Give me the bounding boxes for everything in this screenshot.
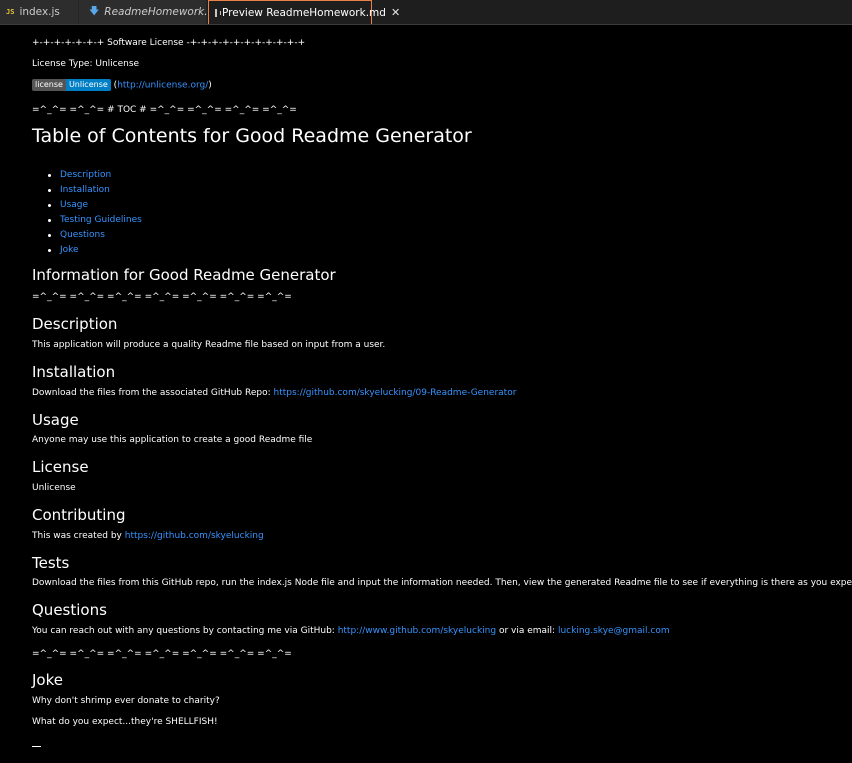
license-heading: License xyxy=(32,458,89,476)
close-icon[interactable]: ✕ xyxy=(391,6,400,19)
info-heading: Information for Good Readme Generator xyxy=(32,266,336,284)
license-badge[interactable]: license Unlicense xyxy=(32,79,111,91)
list-item: Description xyxy=(48,168,142,183)
usage-heading: Usage xyxy=(32,411,79,429)
questions-label-2: or via email: xyxy=(498,626,556,636)
preview-icon xyxy=(215,8,221,17)
tests-heading: Tests xyxy=(32,554,70,572)
tab-label: Preview ReadmeHomework.md xyxy=(222,6,386,19)
unlicense-link[interactable]: http://unlicense.org/ xyxy=(117,81,208,91)
contributing-label: This was created by xyxy=(32,531,122,541)
toc-list: Description Installation Usage Testing G… xyxy=(48,168,142,258)
toc-marker: =^_^= =^_^= # TOC # =^_^= =^_^= =^_^= =^… xyxy=(32,105,297,115)
list-item: Questions xyxy=(48,228,142,243)
usage-text: Anyone may use this application to creat… xyxy=(32,435,313,445)
editor-tab-bar: JS index.js 🡇 ReadmeHomework.md Preview … xyxy=(0,0,852,25)
installation-label: Download the files from the associated G… xyxy=(32,388,271,398)
toc-link-description[interactable]: Description xyxy=(60,170,111,180)
list-item: Usage xyxy=(48,198,142,213)
toc-link-joke[interactable]: Joke xyxy=(60,245,79,255)
tab-label: index.js xyxy=(19,6,60,18)
tab-index-js[interactable]: JS index.js xyxy=(0,0,79,24)
toc-link-installation[interactable]: Installation xyxy=(60,185,110,195)
badge-right: Unlicense xyxy=(65,79,111,91)
list-item: Installation xyxy=(48,183,142,198)
description-heading: Description xyxy=(32,315,118,333)
joke-question: Why don't shrimp ever donate to charity? xyxy=(32,696,220,706)
tab-readme-md[interactable]: 🡇 ReadmeHomework.md xyxy=(79,0,224,24)
repo-link[interactable]: https://github.com/skyelucking/09-Readme… xyxy=(274,388,517,398)
toc-link-questions[interactable]: Questions xyxy=(60,230,105,240)
list-item: Joke xyxy=(48,243,142,258)
license-type: License Type: Unlicense xyxy=(32,59,140,69)
description-text: This application will produce a quality … xyxy=(32,340,386,350)
badge-left: license xyxy=(32,79,66,91)
list-item: Testing Guidelines xyxy=(48,213,142,228)
questions-text: You can reach out with any questions by … xyxy=(32,626,670,636)
toc-title: Table of Contents for Good Readme Genera… xyxy=(32,125,472,147)
email-link[interactable]: lucking.skye@gmail.com xyxy=(558,626,670,636)
installation-heading: Installation xyxy=(32,363,116,381)
text-cursor xyxy=(32,746,41,747)
toc-link-usage[interactable]: Usage xyxy=(60,200,88,210)
tab-preview-readme[interactable]: Preview ReadmeHomework.md ✕ xyxy=(208,0,400,24)
joke-answer: What do you expect...they're SHELLFISH! xyxy=(32,717,218,727)
license-badge-row: license Unlicense (http://unlicense.org/) xyxy=(32,79,212,91)
license-banner: +-+-+-+-+-+-+ Software License -+-+-+-+-… xyxy=(32,38,306,48)
cat-divider-2: =^_^= =^_^= =^_^= =^_^= =^_^= =^_^= =^_^… xyxy=(32,649,292,659)
javascript-file-icon: JS xyxy=(6,8,15,16)
github-profile-link[interactable]: https://github.com/skyelucking xyxy=(125,531,264,541)
license-text: Unlicense xyxy=(32,483,76,493)
github-link[interactable]: http://www.github.com/skyelucking xyxy=(338,626,496,636)
contributing-heading: Contributing xyxy=(32,506,126,524)
contributing-text: This was created by https://github.com/s… xyxy=(32,531,264,541)
cat-divider: =^_^= =^_^= =^_^= =^_^= =^_^= =^_^= =^_^… xyxy=(32,292,292,302)
markdown-file-icon: 🡇 xyxy=(89,5,100,17)
questions-heading: Questions xyxy=(32,601,107,619)
questions-label-1: You can reach out with any questions by … xyxy=(32,626,335,636)
toc-link-testing-guidelines[interactable]: Testing Guidelines xyxy=(60,215,142,225)
tests-text: Download the files from this GitHub repo… xyxy=(32,578,852,588)
badge-link-close: ) xyxy=(208,80,212,91)
joke-heading: Joke xyxy=(32,671,63,689)
installation-text: Download the files from the associated G… xyxy=(32,388,516,398)
tab-label: ReadmeHomework.md xyxy=(104,6,225,18)
